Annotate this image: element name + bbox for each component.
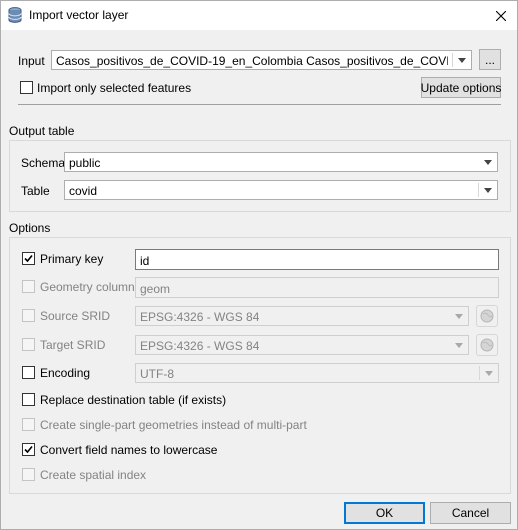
window-title: Import vector layer — [29, 8, 129, 22]
schema-select[interactable]: public — [64, 152, 498, 172]
replace-table-checkbox[interactable] — [22, 393, 35, 406]
source-srid-select[interactable]: EPSG:4326 - WGS 84 — [135, 306, 469, 326]
geometry-column-label: Geometry column — [40, 280, 135, 294]
encoding-select[interactable]: UTF-8 — [135, 363, 499, 383]
table-value: covid — [69, 184, 98, 198]
input-label: Input — [18, 54, 45, 68]
primary-key-value: id — [140, 254, 150, 268]
target-srid-value: EPSG:4326 - WGS 84 — [140, 339, 260, 353]
title-bar: Import vector layer — [1, 1, 517, 30]
globe-icon[interactable] — [476, 305, 498, 327]
chevron-down-icon[interactable] — [479, 181, 497, 199]
chevron-down-icon[interactable] — [453, 51, 471, 69]
replace-table-label: Replace destination table (if exists) — [40, 393, 227, 407]
single-part-checkbox[interactable] — [22, 418, 35, 431]
cancel-button[interactable]: Cancel — [430, 502, 511, 524]
geometry-column-value: geom — [140, 282, 171, 296]
primary-key-label: Primary key — [40, 252, 104, 266]
encoding-checkbox[interactable] — [22, 366, 35, 379]
primary-key-checkbox[interactable] — [22, 252, 35, 265]
target-srid-label: Target SRID — [40, 338, 106, 352]
chevron-down-icon[interactable] — [450, 307, 468, 325]
lowercase-checkbox[interactable] — [22, 443, 35, 456]
lowercase-label: Convert field names to lowercase — [40, 443, 218, 457]
schema-value: public — [69, 156, 101, 170]
single-part-label: Create single-part geometries instead of… — [40, 418, 307, 432]
divider — [18, 104, 501, 105]
target-srid-select[interactable]: EPSG:4326 - WGS 84 — [135, 335, 469, 355]
chevron-down-icon[interactable] — [450, 336, 468, 354]
encoding-value: UTF-8 — [140, 367, 174, 381]
output-table-heading: Output table — [9, 124, 75, 138]
primary-key-input[interactable]: id — [135, 249, 499, 270]
spatial-index-label: Create spatial index — [40, 468, 147, 482]
database-icon — [8, 7, 22, 23]
import-vector-layer-dialog: Import vector layer Input Casos_positivo… — [0, 0, 518, 530]
selected-only-label: Import only selected features — [37, 81, 192, 95]
chevron-down-icon[interactable] — [479, 153, 497, 171]
spatial-index-checkbox[interactable] — [22, 468, 35, 481]
selected-only-checkbox[interactable] — [20, 81, 33, 94]
close-icon[interactable] — [485, 1, 517, 30]
geometry-column-checkbox[interactable] — [22, 280, 35, 293]
output-table-group — [9, 140, 511, 212]
options-heading: Options — [9, 221, 51, 235]
browse-button[interactable]: ... — [479, 49, 501, 70]
update-options-button[interactable]: Update options — [421, 77, 501, 98]
chevron-down-icon[interactable] — [480, 364, 498, 382]
geometry-column-input[interactable]: geom — [135, 277, 499, 298]
schema-label: Schema — [21, 156, 66, 170]
ok-button[interactable]: OK — [344, 502, 425, 524]
source-srid-value: EPSG:4326 - WGS 84 — [140, 310, 260, 324]
globe-icon[interactable] — [476, 334, 498, 356]
input-layer-value: Casos_positivos_de_COVID-19_en_Colombia … — [56, 54, 448, 68]
table-label: Table — [21, 184, 50, 198]
source-srid-checkbox[interactable] — [22, 309, 35, 322]
table-select[interactable]: covid — [64, 180, 498, 200]
encoding-label: Encoding — [40, 366, 91, 380]
input-layer-select[interactable]: Casos_positivos_de_COVID-19_en_Colombia … — [51, 50, 472, 70]
source-srid-label: Source SRID — [40, 309, 111, 323]
target-srid-checkbox[interactable] — [22, 338, 35, 351]
